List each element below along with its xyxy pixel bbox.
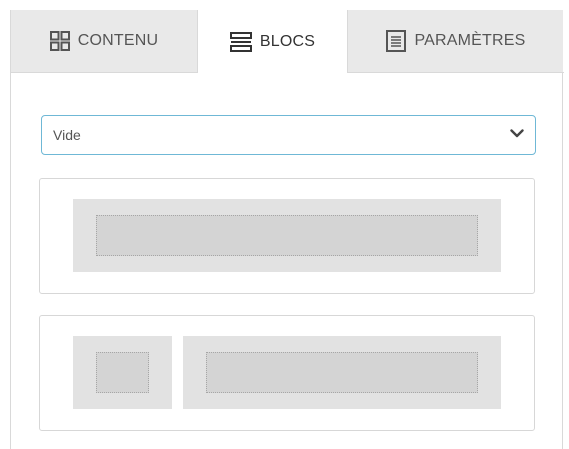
block-placeholder-small	[73, 336, 172, 409]
tab-bar: CONTENU BLOCS PARAMÈTRES	[11, 10, 564, 73]
document-icon	[386, 30, 407, 52]
tab-contenu-label: CONTENU	[77, 32, 159, 49]
single-column-layout[interactable]	[39, 178, 535, 294]
tab-contenu[interactable]: CONTENU	[11, 10, 197, 73]
chevron-down-icon	[510, 129, 524, 138]
layout-select-value: Vide	[53, 127, 81, 143]
block-drop-area	[96, 215, 478, 256]
block-drop-area	[96, 352, 149, 393]
tab-parametres-label: PARAMÈTRES	[414, 32, 526, 49]
two-column-layout[interactable]	[39, 315, 535, 431]
tab-parametres[interactable]: PARAMÈTRES	[348, 10, 564, 73]
layers-icon	[229, 31, 252, 52]
layout-select[interactable]: Vide	[41, 115, 536, 155]
tab-blocs-label: BLOCS	[259, 32, 316, 50]
blocks-panel: CONTENU BLOCS PARAMÈTRES Vide	[10, 10, 564, 449]
block-placeholder	[73, 199, 501, 272]
grid-icon	[49, 31, 70, 51]
block-placeholder-wide	[183, 336, 501, 409]
tab-blocs[interactable]: BLOCS	[197, 10, 348, 73]
block-drop-area	[206, 352, 478, 393]
